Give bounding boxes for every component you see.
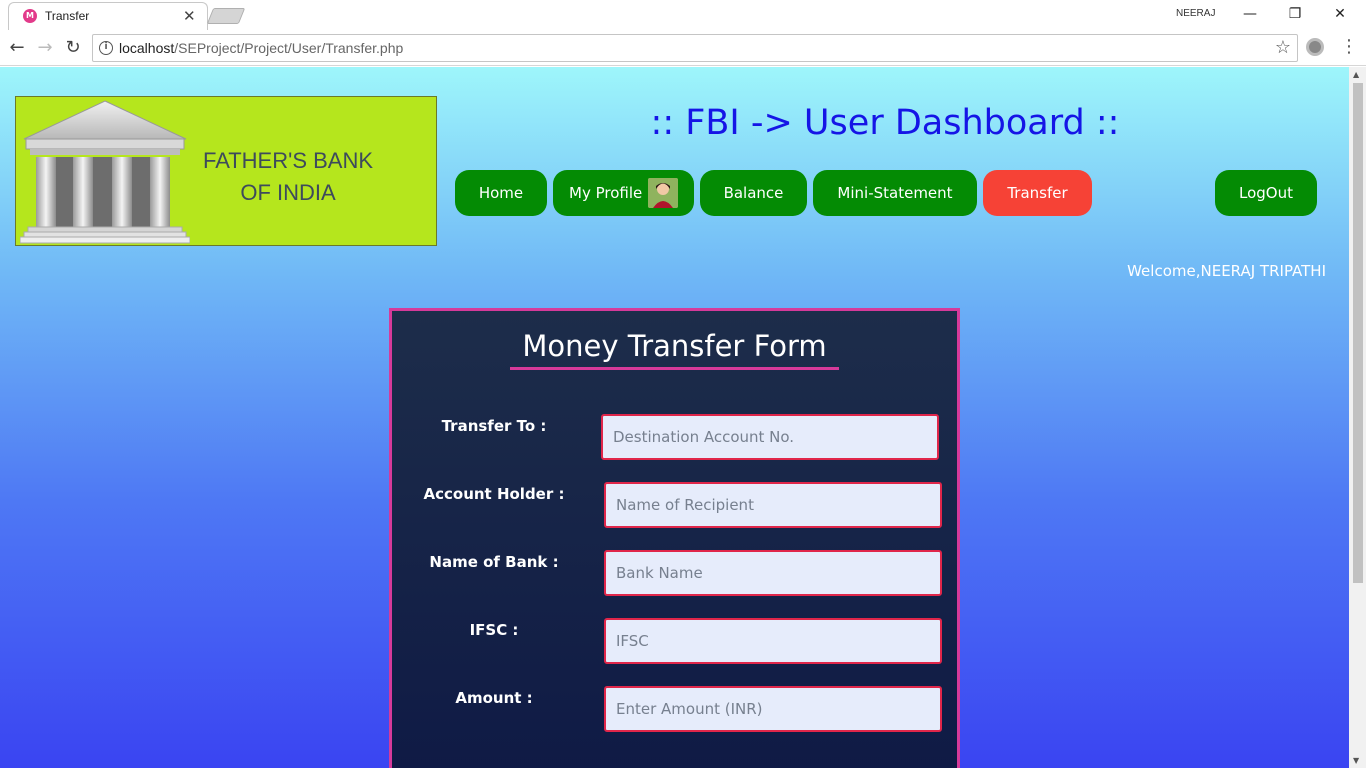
page-title: :: FBI -> User Dashboard :: <box>650 103 1120 143</box>
reload-icon[interactable]: ↻ <box>62 37 84 59</box>
recipient-name-input[interactable] <box>604 482 942 528</box>
title-underline <box>510 367 839 370</box>
bank-building-icon <box>20 100 190 244</box>
bank-name: FATHER'S BANK OF INDIA <box>178 145 398 209</box>
more-vertical-icon[interactable]: ⋮ <box>1340 36 1358 57</box>
url-text[interactable]: localhost/SEProject/Project/User/Transfe… <box>119 40 403 56</box>
address-bar: ← → ↻ i localhost/SEProject/Project/User… <box>0 30 1366 66</box>
profile-badge[interactable]: NEERAJ <box>1176 8 1215 19</box>
bank-name-label: Name of Bank : <box>429 553 559 571</box>
forward-arrow-icon[interactable]: → <box>34 37 56 59</box>
bank-name-input[interactable] <box>604 550 942 596</box>
avatar <box>648 178 678 208</box>
url-input[interactable]: i localhost/SEProject/Project/User/Trans… <box>92 34 1298 62</box>
bank-logo[interactable]: FATHER'S BANK OF INDIA <box>15 96 437 246</box>
restore-icon[interactable]: ❐ <box>1275 2 1315 26</box>
destination-account-input[interactable] <box>601 414 939 460</box>
back-arrow-icon[interactable]: ← <box>6 37 28 59</box>
page-scrollbar[interactable]: ▲ ▼ <box>1349 67 1366 768</box>
close-window-icon[interactable]: ✕ <box>1320 2 1360 26</box>
account-holder-label: Account Holder : <box>423 485 565 503</box>
nav-transfer-button[interactable]: Transfer <box>983 170 1092 216</box>
scroll-up-icon[interactable]: ▲ <box>1353 70 1359 79</box>
close-tab-icon[interactable]: ✕ <box>183 7 196 25</box>
favicon-icon: M <box>23 9 37 23</box>
amount-input[interactable] <box>604 686 942 732</box>
url-host: localhost <box>119 40 175 56</box>
nav-my-profile-label: My Profile <box>569 184 643 202</box>
ifsc-input[interactable] <box>604 618 942 664</box>
transfer-to-label: Transfer To : <box>441 417 547 435</box>
nav-balance-button[interactable]: Balance <box>700 170 807 216</box>
welcome-text: Welcome,NEERAJ TRIPATHI <box>1127 262 1326 280</box>
page-viewport: FATHER'S BANK OF INDIA :: FBI -> User Da… <box>0 67 1349 768</box>
bank-name-line2: OF INDIA <box>240 180 336 205</box>
ifsc-label: IFSC : <box>469 621 519 639</box>
browser-tab[interactable]: M Transfer ✕ <box>8 2 208 30</box>
money-transfer-form: Money Transfer Form Transfer To : Accoun… <box>389 308 960 768</box>
minimize-icon[interactable]: — <box>1230 2 1270 26</box>
form-title: Money Transfer Form <box>522 329 827 363</box>
scroll-thumb[interactable] <box>1353 83 1363 583</box>
scroll-down-icon[interactable]: ▼ <box>1353 756 1359 765</box>
amount-label: Amount : <box>455 689 533 707</box>
nav-mini-statement-button[interactable]: Mini-Statement <box>813 170 977 216</box>
new-tab-button[interactable] <box>206 8 246 24</box>
browser-tab-bar: M Transfer ✕ NEERAJ — ❐ ✕ <box>0 0 1366 30</box>
url-path: /SEProject/Project/User/Transfer.php <box>174 40 404 56</box>
tab-title: Transfer <box>45 9 90 23</box>
nav-my-profile-button[interactable]: My Profile <box>553 170 694 216</box>
extension-icon[interactable] <box>1306 38 1324 56</box>
nav-home-button[interactable]: Home <box>455 170 547 216</box>
info-icon[interactable]: i <box>99 41 113 55</box>
bookmark-star-icon[interactable]: ☆ <box>1275 37 1291 58</box>
bank-name-line1: FATHER'S BANK <box>202 148 374 173</box>
logout-button[interactable]: LogOut <box>1215 170 1317 216</box>
